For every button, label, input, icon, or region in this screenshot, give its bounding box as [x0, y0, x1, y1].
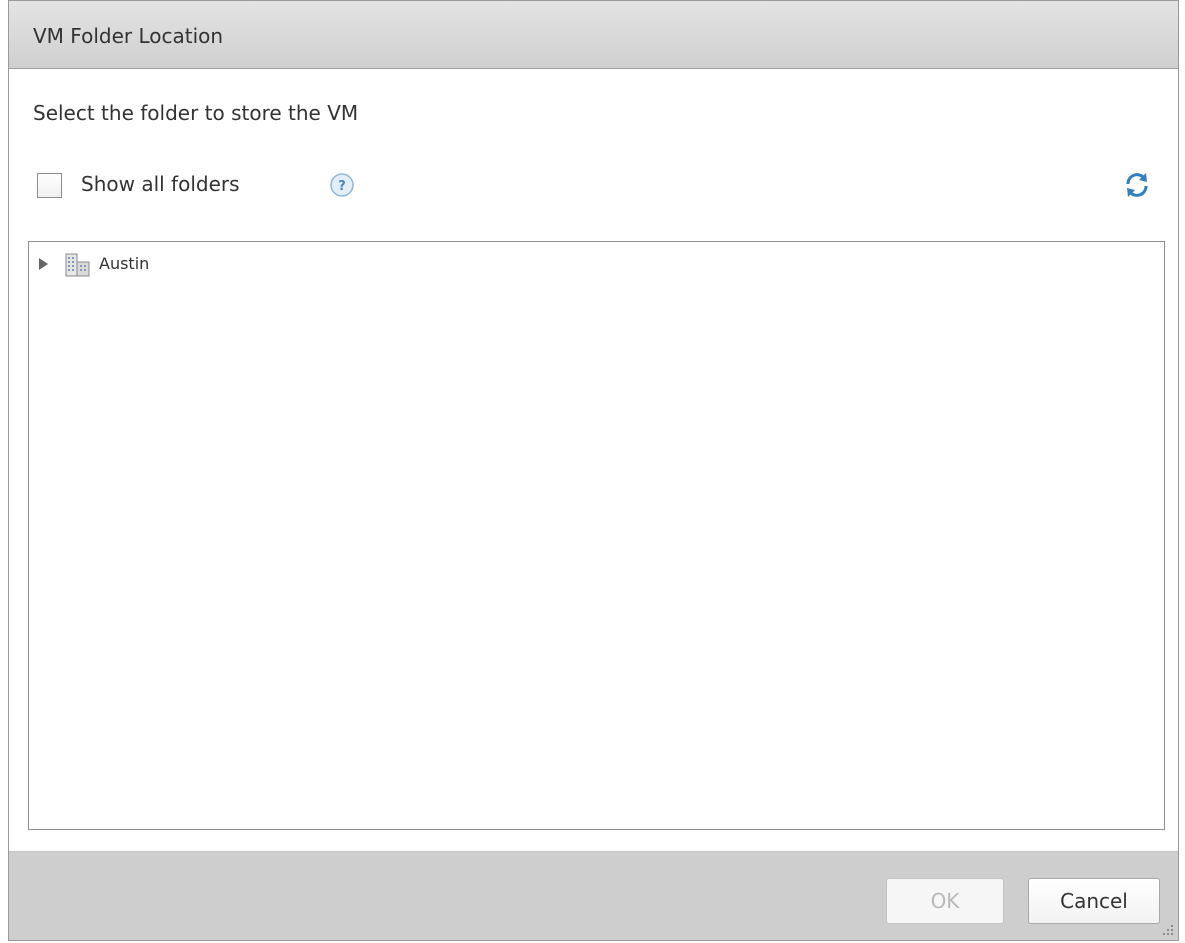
vm-folder-location-dialog: VM Folder Location Select the folder to … — [8, 0, 1179, 941]
dialog-titlebar[interactable]: VM Folder Location — [9, 1, 1178, 69]
expand-arrow-icon[interactable] — [39, 258, 48, 270]
refresh-icon[interactable] — [1122, 170, 1152, 200]
dialog-title: VM Folder Location — [33, 24, 224, 48]
resize-grip-icon[interactable] — [1160, 922, 1174, 936]
folder-tree[interactable]: Austin — [28, 241, 1165, 830]
svg-text:?: ? — [338, 179, 346, 194]
help-icon[interactable]: ? — [329, 172, 355, 198]
show-all-folders-label[interactable]: Show all folders — [81, 172, 240, 196]
datacenter-icon — [65, 253, 90, 277]
show-all-folders-checkbox[interactable] — [37, 173, 62, 198]
cancel-button[interactable]: Cancel — [1028, 878, 1160, 924]
dialog-subtitle: Select the folder to store the VM — [33, 101, 359, 125]
dialog-footer: OK Cancel — [9, 851, 1178, 940]
tree-item-label: Austin — [99, 254, 150, 273]
ok-button[interactable]: OK — [886, 878, 1004, 924]
